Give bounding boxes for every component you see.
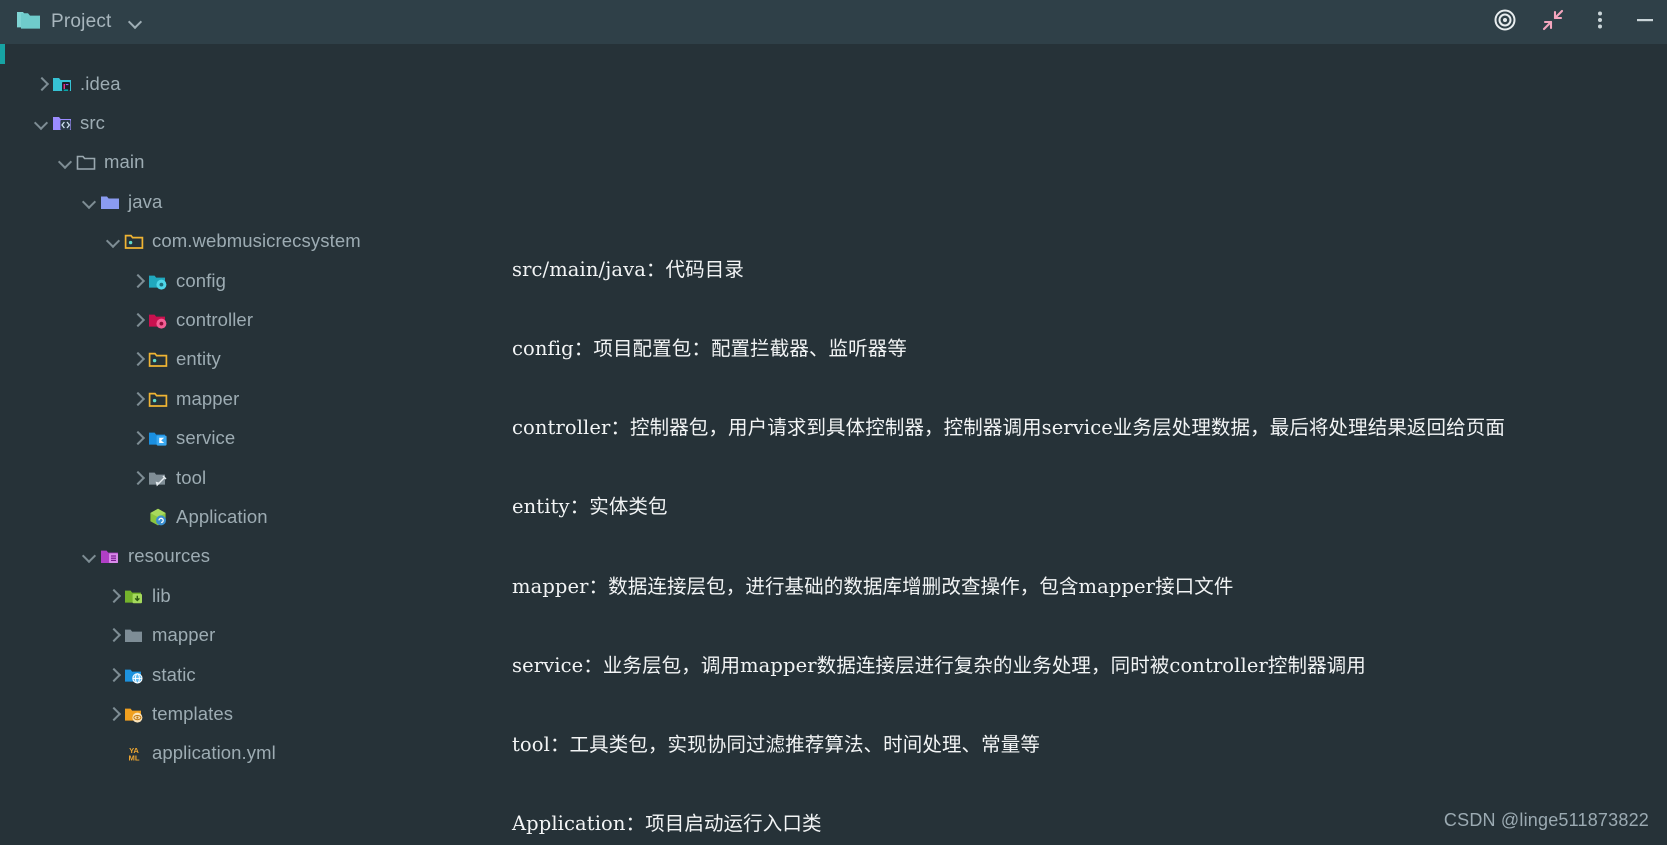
page-title: Project bbox=[51, 11, 112, 32]
tree-row[interactable]: resources bbox=[0, 537, 520, 576]
tree-row[interactable]: main bbox=[0, 143, 520, 182]
tool-folder-icon bbox=[148, 468, 168, 488]
desc-line: src/main/java：代码目录 bbox=[512, 257, 744, 281]
chevron-right-icon[interactable] bbox=[30, 73, 52, 95]
chevron-right-icon[interactable] bbox=[102, 624, 124, 646]
project-folder-icon bbox=[16, 9, 42, 36]
tree-row[interactable]: tool bbox=[0, 458, 520, 497]
tool-window-header: Project bbox=[0, 0, 1667, 44]
chevron-right-icon[interactable] bbox=[126, 309, 148, 331]
tree-item-label: config bbox=[176, 269, 226, 291]
package-folder-icon bbox=[124, 231, 144, 251]
tree-row[interactable]: controller bbox=[0, 300, 520, 339]
tree-row[interactable]: config bbox=[0, 261, 520, 300]
chevron-down-icon[interactable] bbox=[129, 16, 142, 29]
project-tool-window: Project .idea src main java com.webmusic… bbox=[0, 0, 1667, 845]
tree-item-label: .idea bbox=[80, 72, 121, 94]
no-twisty bbox=[126, 506, 148, 528]
locate-target-icon[interactable] bbox=[1493, 8, 1517, 37]
tree-row[interactable]: java bbox=[0, 182, 520, 221]
chevron-right-icon[interactable] bbox=[126, 270, 148, 292]
tree-item-label: resources bbox=[128, 545, 211, 567]
service-folder-icon bbox=[148, 428, 168, 448]
tree-row[interactable]: YA ML application.yml bbox=[0, 734, 520, 773]
project-tree[interactable]: .idea src main java com.webmusicrecsyste… bbox=[0, 44, 520, 845]
chevron-down-icon[interactable] bbox=[78, 191, 100, 213]
no-twisty bbox=[102, 742, 124, 764]
tree-item-label: lib bbox=[152, 584, 171, 606]
tree-row[interactable]: entity bbox=[0, 340, 520, 379]
tree-row[interactable]: service bbox=[0, 419, 520, 458]
hide-tool-window-icon[interactable] bbox=[1635, 8, 1655, 37]
desc-line: mapper：数据连接层包，进行基础的数据库增删改查操作，包含mapper接口文… bbox=[512, 574, 1234, 598]
tree-item-label: java bbox=[128, 190, 163, 212]
tree-item-label: Application bbox=[176, 505, 268, 527]
templates-folder-icon bbox=[124, 704, 144, 724]
chevron-right-icon[interactable] bbox=[126, 427, 148, 449]
package-folder-icon bbox=[148, 389, 168, 409]
watermark: CSDN @linge511873822 bbox=[1443, 810, 1649, 830]
chevron-right-icon[interactable] bbox=[102, 664, 124, 686]
tree-row[interactable]: static bbox=[0, 655, 520, 694]
tree-row[interactable]: lib bbox=[0, 576, 520, 615]
chevron-right-icon[interactable] bbox=[126, 467, 148, 489]
chevron-down-icon[interactable] bbox=[102, 230, 124, 252]
header-actions bbox=[1493, 8, 1657, 37]
controller-folder-icon bbox=[148, 310, 168, 330]
resources-root-folder-icon bbox=[100, 546, 120, 566]
tree-item-label: com.webmusicrecsystem bbox=[152, 230, 361, 252]
tree-row[interactable]: templates bbox=[0, 694, 520, 733]
tree-item-label: templates bbox=[152, 702, 234, 724]
tree-item-label: application.yml bbox=[152, 742, 276, 764]
tree-row[interactable]: .idea bbox=[0, 64, 520, 103]
desc-line: controller：控制器包，用户请求到具体控制器，控制器调用service业… bbox=[512, 416, 1505, 440]
chevron-down-icon[interactable] bbox=[30, 112, 52, 134]
tree-item-label: mapper bbox=[176, 387, 240, 409]
lib-folder-icon bbox=[124, 586, 144, 606]
desc-line: tool：工具类包，实现协同过滤推荐算法、时间处理、常量等 bbox=[512, 733, 1040, 757]
tree-item-label: src bbox=[80, 112, 105, 134]
spring-boot-class-icon bbox=[148, 507, 168, 527]
project-structure-description: src/main/java：代码目录 config：项目配置包：配置拦截器、监听… bbox=[512, 204, 1612, 845]
tree-item-label: service bbox=[176, 427, 236, 449]
tree-item-label: controller bbox=[176, 309, 254, 331]
tree-row[interactable]: mapper bbox=[0, 615, 520, 654]
tree-row[interactable]: src bbox=[0, 103, 520, 142]
collapse-all-icon[interactable] bbox=[1541, 8, 1565, 37]
desc-line: service：业务层包，调用mapper数据连接层进行复杂的业务处理，同时被c… bbox=[512, 653, 1366, 677]
tree-row[interactable]: Application bbox=[0, 497, 520, 536]
config-folder-icon bbox=[148, 271, 168, 291]
chevron-right-icon[interactable] bbox=[126, 388, 148, 410]
more-options-icon[interactable] bbox=[1589, 8, 1611, 37]
chevron-down-icon[interactable] bbox=[78, 545, 100, 567]
tree-item-label: mapper bbox=[152, 624, 216, 646]
chevron-right-icon[interactable] bbox=[102, 585, 124, 607]
project-title-group[interactable]: Project bbox=[16, 9, 142, 36]
chevron-right-icon[interactable] bbox=[102, 703, 124, 725]
tree-row[interactable]: com.webmusicrecsystem bbox=[0, 222, 520, 261]
tree-item-label: main bbox=[104, 151, 145, 173]
tree-row[interactable]: mapper bbox=[0, 379, 520, 418]
static-web-folder-icon bbox=[124, 665, 144, 685]
yaml-file-icon: YA ML bbox=[124, 743, 144, 763]
svg-text:ML: ML bbox=[129, 754, 140, 763]
tree-row[interactable] bbox=[0, 44, 520, 64]
java-source-folder-icon bbox=[100, 192, 120, 212]
desc-line: entity：实体类包 bbox=[512, 495, 668, 519]
chevron-down-icon[interactable] bbox=[54, 151, 76, 173]
plain-folder-icon bbox=[76, 152, 96, 172]
desc-line: config：项目配置包：配置拦截器、监听器等 bbox=[512, 337, 907, 361]
idea-folder-icon bbox=[52, 74, 72, 94]
chevron-right-icon[interactable] bbox=[126, 348, 148, 370]
package-folder-icon bbox=[148, 349, 168, 369]
plain-gray-folder-icon bbox=[124, 625, 144, 645]
tree-item-label: tool bbox=[176, 466, 207, 488]
tree-item-label: static bbox=[152, 663, 196, 685]
source-root-folder-icon bbox=[52, 113, 72, 133]
tree-item-label: entity bbox=[176, 348, 221, 370]
